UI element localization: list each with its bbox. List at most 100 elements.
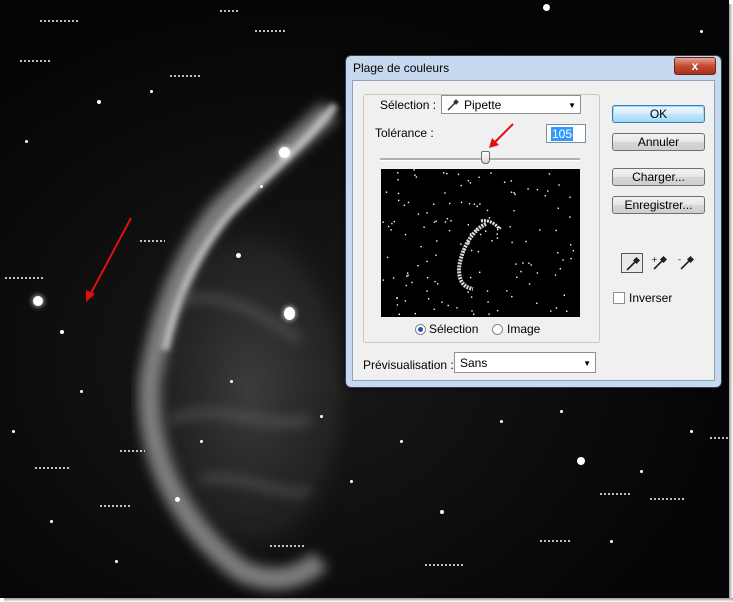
eyedropper-minus-icon: - bbox=[678, 255, 694, 270]
preview-speck bbox=[557, 252, 559, 254]
preview-speck bbox=[404, 300, 407, 302]
preview-speck bbox=[393, 220, 395, 223]
preview-speck bbox=[417, 213, 420, 215]
preview-speck bbox=[511, 241, 513, 244]
preview-speck bbox=[460, 184, 462, 187]
preview-speck bbox=[423, 226, 425, 228]
preview-speck bbox=[413, 169, 415, 171]
preview-speck bbox=[477, 250, 479, 253]
preview-speck bbox=[456, 307, 458, 309]
preview-speck bbox=[415, 176, 418, 178]
preview-speck bbox=[403, 204, 406, 206]
tolerance-input[interactable]: 105 bbox=[546, 124, 586, 143]
selection-value: Pipette bbox=[464, 98, 502, 112]
close-button[interactable]: x bbox=[674, 57, 716, 75]
eyedropper-tool[interactable] bbox=[621, 253, 643, 273]
svg-text:+: + bbox=[651, 255, 658, 264]
close-icon: x bbox=[691, 59, 699, 73]
eyedropper-plus-icon: + bbox=[651, 255, 667, 270]
tolerance-label: Tolérance : bbox=[375, 126, 434, 140]
preview-speck bbox=[485, 230, 487, 232]
eyedropper-plus-tool[interactable]: + bbox=[648, 253, 670, 273]
chevron-down-icon: ▼ bbox=[568, 101, 576, 110]
preview-speck bbox=[479, 233, 482, 236]
preview-speck bbox=[536, 302, 538, 304]
color-range-dialog: Plage de couleurs x Sélection : Pipette … bbox=[345, 55, 722, 388]
preview-speck bbox=[486, 209, 489, 212]
page-shadow-bottom bbox=[4, 598, 733, 602]
tolerance-value: 105 bbox=[551, 127, 574, 141]
preview-speck bbox=[433, 221, 436, 223]
selection-dropdown[interactable]: Pipette ▼ bbox=[441, 95, 581, 114]
preview-speck bbox=[536, 189, 539, 191]
preview-speck bbox=[426, 212, 428, 214]
preview-speck bbox=[467, 241, 469, 243]
preview-speck bbox=[434, 280, 436, 283]
svg-text:-: - bbox=[678, 255, 681, 265]
preview-mode-label: Prévisualisation : bbox=[363, 358, 454, 372]
preview-speck bbox=[488, 217, 491, 219]
dialog-titlebar[interactable]: Plage de couleurs x bbox=[346, 56, 721, 80]
preview-speck bbox=[555, 307, 558, 309]
preview-speck bbox=[468, 242, 470, 245]
preview-speck bbox=[407, 201, 410, 204]
preview-speck bbox=[469, 182, 472, 184]
preview-speck bbox=[411, 281, 413, 284]
preview-speck bbox=[426, 277, 429, 279]
preview-speck bbox=[510, 191, 513, 193]
invert-label: Inverser bbox=[629, 291, 673, 305]
cancel-button[interactable]: Annuler bbox=[612, 133, 705, 151]
dialog-title: Plage de couleurs bbox=[353, 61, 450, 75]
preview-speck bbox=[386, 256, 389, 259]
preview-speck bbox=[476, 205, 478, 207]
eyedropper-icon bbox=[626, 256, 641, 271]
invert-checkbox[interactable] bbox=[613, 292, 625, 304]
preview-speck bbox=[390, 229, 392, 231]
preview-speck bbox=[570, 257, 572, 260]
preview-speck bbox=[554, 274, 557, 276]
preview-speck bbox=[536, 272, 539, 274]
preview-speck bbox=[467, 224, 469, 226]
preview-speck bbox=[503, 181, 506, 183]
preview-speck bbox=[509, 226, 511, 228]
preview-speck bbox=[471, 310, 473, 312]
preview-speck bbox=[420, 246, 422, 248]
preview-speck bbox=[463, 249, 465, 251]
preview-speck bbox=[469, 233, 472, 235]
eyedropper-minus-tool[interactable]: - bbox=[675, 253, 697, 273]
load-button[interactable]: Charger... bbox=[612, 168, 705, 186]
preview-speck bbox=[435, 254, 437, 256]
page-shadow-right bbox=[729, 4, 733, 598]
preview-speck bbox=[570, 244, 572, 246]
preview-speck bbox=[460, 201, 463, 203]
preview-speck bbox=[496, 237, 499, 239]
preview-speck bbox=[513, 210, 515, 212]
ok-button[interactable]: OK bbox=[612, 105, 705, 123]
preview-speck bbox=[572, 250, 574, 252]
tolerance-slider-track[interactable] bbox=[380, 158, 580, 161]
preview-speck bbox=[491, 240, 493, 242]
preview-speck bbox=[547, 190, 549, 192]
preview-speck bbox=[387, 225, 390, 228]
preview-speck bbox=[510, 180, 512, 182]
radio-image[interactable] bbox=[492, 324, 503, 335]
radio-selection[interactable] bbox=[415, 324, 426, 335]
preview-speck bbox=[513, 192, 515, 194]
save-button[interactable]: Enregistrer... bbox=[612, 196, 705, 214]
tolerance-slider-thumb[interactable] bbox=[481, 151, 490, 164]
preview-speck bbox=[441, 301, 443, 303]
preview-speck bbox=[426, 260, 428, 263]
preview-speck bbox=[527, 188, 529, 190]
preview-speck bbox=[407, 274, 409, 277]
preview-speck bbox=[488, 313, 490, 315]
preview-speck bbox=[436, 240, 438, 242]
preview-speck bbox=[406, 275, 408, 277]
preview-speck bbox=[470, 249, 473, 252]
preview-speck bbox=[407, 272, 409, 274]
dialog-client-area: Sélection : Pipette ▼ Tolérance : 105 Sé… bbox=[352, 80, 715, 381]
preview-speck bbox=[469, 276, 472, 279]
eyedropper-icon bbox=[447, 99, 459, 111]
preview-speck bbox=[516, 276, 518, 278]
radio-selection-label: Sélection bbox=[429, 322, 479, 336]
preview-mode-dropdown[interactable]: Sans ▼ bbox=[454, 352, 596, 373]
